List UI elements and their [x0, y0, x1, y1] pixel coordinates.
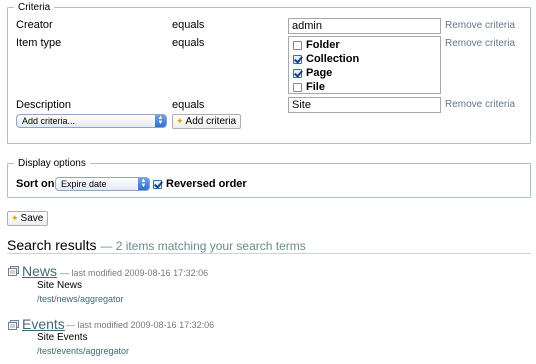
criteria-label-item-type: Item type: [16, 37, 62, 49]
select-arrows-icon: ▲ ▼: [138, 178, 149, 190]
collection-icon: [8, 320, 19, 330]
search-results-title: Search results: [7, 237, 97, 253]
item-type-list: Folder Collection Page File: [288, 36, 441, 94]
search-results-heading: Search results — 2 items matching your s…: [7, 237, 306, 253]
result-title-link[interactable]: Events: [22, 316, 65, 332]
type-option-label: Page: [306, 67, 333, 79]
page-checkbox[interactable]: [293, 68, 302, 78]
result-description: Site Events: [37, 332, 88, 343]
add-criteria-button[interactable]: ✦ Add criteria: [172, 114, 242, 129]
reversed-order-label: Reversed order: [166, 178, 247, 190]
criteria-operator-item-type: equals: [172, 37, 205, 49]
add-criteria-select[interactable]: Add criteria... ▲ ▼: [16, 114, 167, 128]
criteria-label-creator: Creator: [16, 19, 53, 31]
remove-criteria-description[interactable]: Remove criteria: [445, 99, 515, 110]
description-input[interactable]: Site: [288, 97, 441, 113]
folder-checkbox[interactable]: [293, 40, 302, 50]
creator-input[interactable]: admin: [288, 18, 441, 34]
save-button-label: Save: [20, 213, 44, 224]
type-option-label: File: [306, 81, 325, 93]
reversed-order-option[interactable]: Reversed order: [153, 178, 247, 190]
type-option-label: Collection: [306, 53, 360, 65]
criteria-operator-creator: equals: [172, 19, 205, 31]
result-description: Site News: [37, 280, 83, 291]
reversed-order-checkbox[interactable]: [153, 179, 162, 189]
type-option-file[interactable]: File: [293, 81, 325, 93]
add-criteria-button-label: Add criteria: [185, 116, 237, 127]
type-option-label: Folder: [306, 39, 340, 51]
file-checkbox[interactable]: [293, 82, 302, 92]
result-title-link[interactable]: News: [22, 263, 57, 279]
criteria-legend: Criteria: [18, 2, 51, 13]
result-path-link[interactable]: /test/news/aggregator: [37, 294, 124, 304]
search-results-count: — 2 items matching your search terms: [100, 239, 306, 253]
type-option-collection[interactable]: Collection: [293, 53, 359, 65]
save-button[interactable]: ✦ Save: [7, 211, 49, 226]
add-criteria-select-value: Add criteria...: [22, 116, 76, 126]
collection-icon: [8, 266, 19, 276]
type-option-folder[interactable]: Folder: [293, 39, 340, 51]
criteria-operator-description: equals: [172, 99, 205, 111]
result-path-link[interactable]: /test/events/aggregator: [37, 346, 129, 356]
results-divider: [7, 253, 531, 254]
sort-on-select[interactable]: Expire date ▲ ▼: [55, 177, 150, 191]
criteria-label-description: Description: [16, 99, 72, 111]
display-options-legend: Display options: [18, 158, 86, 169]
result-modified: — last modified 2009-08-16 17:32:06: [66, 320, 215, 330]
add-star-icon: ✦: [176, 116, 184, 126]
collection-checkbox[interactable]: [293, 54, 302, 64]
result-modified: — last modified 2009-08-16 17:32:06: [60, 268, 209, 278]
type-option-page[interactable]: Page: [293, 67, 332, 79]
sort-on-select-value: Expire date: [61, 179, 107, 189]
remove-criteria-item-type[interactable]: Remove criteria: [445, 38, 515, 49]
save-star-icon: ✦: [11, 213, 19, 223]
remove-criteria-creator[interactable]: Remove criteria: [445, 20, 515, 31]
sort-on-label: Sort on: [16, 178, 55, 190]
select-arrows-icon: ▲ ▼: [155, 115, 166, 127]
